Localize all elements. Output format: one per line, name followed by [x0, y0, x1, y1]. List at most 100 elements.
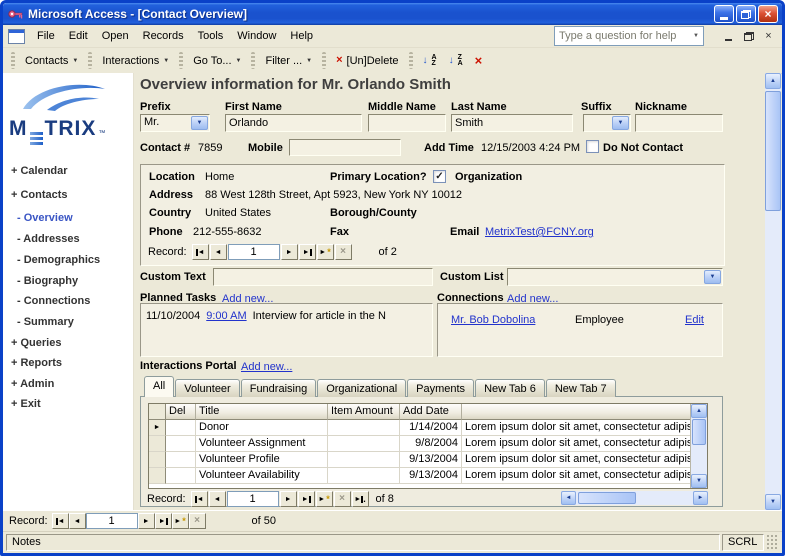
sort-descending-button[interactable]: ↓ Z A: [443, 51, 469, 71]
table-row[interactable]: Volunteer Assignment 9/8/2004 Lorem ipsu…: [149, 436, 707, 452]
sidebar-item-overview[interactable]: - Overview: [17, 212, 73, 224]
row-selector[interactable]: [149, 436, 166, 452]
tab-volunteer[interactable]: Volunteer: [175, 379, 240, 397]
connection-name-link[interactable]: Mr. Bob Dobolina: [451, 314, 575, 326]
table-row[interactable]: ► Donor 1/14/2004 Lorem ipsum dolor sit …: [149, 420, 707, 436]
scrollbar-track[interactable]: [576, 491, 693, 505]
cell-item-amount[interactable]: [328, 420, 400, 436]
custom-text-field[interactable]: [213, 268, 433, 286]
new-record-button[interactable]: ► *: [315, 491, 333, 507]
mobile-field[interactable]: [289, 139, 401, 156]
new-record-button[interactable]: ► *: [316, 244, 334, 260]
email-link[interactable]: MetrixTest@FCNY.org: [485, 226, 594, 238]
dropdown-icon[interactable]: ▼: [612, 116, 629, 130]
child-minimize-button[interactable]: [720, 29, 737, 44]
cell-notes[interactable]: Lorem ipsum dolor sit amet, consectetur …: [462, 420, 691, 436]
interactions-add-new-link[interactable]: Add new...: [241, 361, 292, 373]
undelete-button[interactable]: × [Un]Delete: [330, 51, 404, 71]
prev-record-button[interactable]: ◄: [209, 244, 227, 260]
sidebar-item-exit[interactable]: + Exit: [11, 398, 41, 410]
title-bar[interactable]: Microsoft Access - [Contact Overview] ×: [3, 3, 782, 25]
scroll-down-button[interactable]: ▼: [765, 494, 781, 510]
next-record-button[interactable]: ►: [137, 513, 155, 529]
primary-location-checkbox[interactable]: ✓: [433, 170, 446, 183]
goto-menu-button[interactable]: Go To... ▼: [187, 51, 247, 71]
nickname-field[interactable]: [635, 114, 723, 132]
toolbar-grip[interactable]: [408, 52, 413, 69]
last-record-button[interactable]: ►: [154, 513, 172, 529]
prev-record-button[interactable]: ◄: [208, 491, 226, 507]
last-record-button[interactable]: ►: [298, 244, 316, 260]
cell-del[interactable]: [166, 420, 196, 436]
scrollbar-track[interactable]: [691, 418, 707, 474]
sidebar-item-calendar[interactable]: + Calendar: [11, 165, 68, 177]
dropdown-icon[interactable]: ▼: [704, 270, 721, 284]
column-header-item-amount[interactable]: Item Amount: [328, 404, 400, 420]
menu-window[interactable]: Window: [230, 27, 283, 45]
scrollbar-track[interactable]: [765, 89, 781, 494]
suffix-combo[interactable]: ▼: [583, 114, 631, 132]
cell-title[interactable]: Volunteer Availability: [196, 468, 328, 484]
do-not-contact-checkbox[interactable]: [586, 140, 599, 153]
sidebar-item-biography[interactable]: - Biography: [17, 275, 78, 287]
prefix-combo[interactable]: Mr. ▼: [140, 114, 210, 132]
row-selector[interactable]: ►: [149, 420, 166, 436]
menu-file[interactable]: File: [30, 27, 62, 45]
first-record-button[interactable]: ◄: [51, 513, 69, 529]
contacts-menu-button[interactable]: Contacts ▼: [19, 51, 84, 71]
cell-del[interactable]: [166, 436, 196, 452]
scroll-left-button[interactable]: ◄: [561, 491, 576, 505]
portal-horizontal-scrollbar[interactable]: ◄ ►: [561, 491, 708, 505]
tab-payments[interactable]: Payments: [407, 379, 475, 397]
child-close-button[interactable]: ×: [760, 29, 777, 44]
scroll-down-button[interactable]: ▼: [691, 474, 707, 488]
menu-records[interactable]: Records: [136, 27, 191, 45]
close-button[interactable]: ×: [758, 5, 778, 23]
datasheet-scrollbar[interactable]: ▲ ▼: [690, 404, 707, 488]
last-name-field[interactable]: [451, 114, 573, 132]
table-row[interactable]: Volunteer Profile 9/13/2004 Lorem ipsum …: [149, 452, 707, 468]
column-header-title[interactable]: Title: [196, 404, 328, 420]
menu-help[interactable]: Help: [283, 27, 320, 45]
first-record-button[interactable]: ◄: [191, 244, 209, 260]
last-page-button[interactable]: ►.: [351, 491, 369, 507]
next-record-button[interactable]: ►: [279, 491, 297, 507]
sidebar-item-addresses[interactable]: - Addresses: [17, 233, 80, 245]
connection-edit-link[interactable]: Edit: [685, 314, 704, 326]
minimize-button[interactable]: [714, 5, 734, 23]
scroll-up-button[interactable]: ▲: [765, 73, 781, 89]
scrollbar-thumb[interactable]: [765, 91, 781, 211]
middle-name-field[interactable]: [368, 114, 446, 132]
sidebar-item-reports[interactable]: + Reports: [11, 357, 62, 369]
tab-all[interactable]: All: [144, 376, 175, 397]
next-record-button[interactable]: ►: [280, 244, 298, 260]
row-selector[interactable]: [149, 468, 166, 484]
task-time-link[interactable]: 9:00 AM: [206, 310, 246, 322]
cell-item-amount[interactable]: [328, 468, 400, 484]
main-scrollbar[interactable]: ▲ ▼: [765, 73, 781, 510]
cell-title[interactable]: Volunteer Assignment: [196, 436, 328, 452]
cell-title[interactable]: Donor: [196, 420, 328, 436]
record-number-input[interactable]: [85, 513, 138, 529]
table-row[interactable]: Volunteer Availability 9/13/2004 Lorem i…: [149, 468, 707, 484]
column-header-notes[interactable]: [462, 404, 691, 420]
delete-record-button[interactable]: ×: [188, 513, 206, 529]
tab-fundraising[interactable]: Fundraising: [240, 379, 317, 397]
toolbar-grip[interactable]: [11, 52, 15, 69]
cell-add-date[interactable]: 9/13/2004: [400, 468, 462, 484]
cell-add-date[interactable]: 9/8/2004: [400, 436, 462, 452]
filter-menu-button[interactable]: Filter ... ▼: [259, 51, 318, 71]
toolbar-grip[interactable]: [251, 52, 256, 69]
record-number-input[interactable]: [227, 244, 280, 260]
toolbar-grip[interactable]: [322, 52, 327, 69]
sidebar-item-summary[interactable]: - Summary: [17, 316, 74, 328]
scrollbar-thumb[interactable]: [578, 492, 636, 504]
maximize-restore-button[interactable]: [736, 5, 756, 23]
sidebar-item-queries[interactable]: + Queries: [11, 337, 61, 349]
cell-add-date[interactable]: 1/14/2004: [400, 420, 462, 436]
help-search-box[interactable]: ▼: [554, 26, 704, 46]
child-restore-button[interactable]: [740, 29, 757, 44]
toolbar-grip[interactable]: [179, 52, 184, 69]
dropdown-icon[interactable]: ▼: [191, 116, 208, 130]
delete-record-button[interactable]: ×: [334, 244, 352, 260]
